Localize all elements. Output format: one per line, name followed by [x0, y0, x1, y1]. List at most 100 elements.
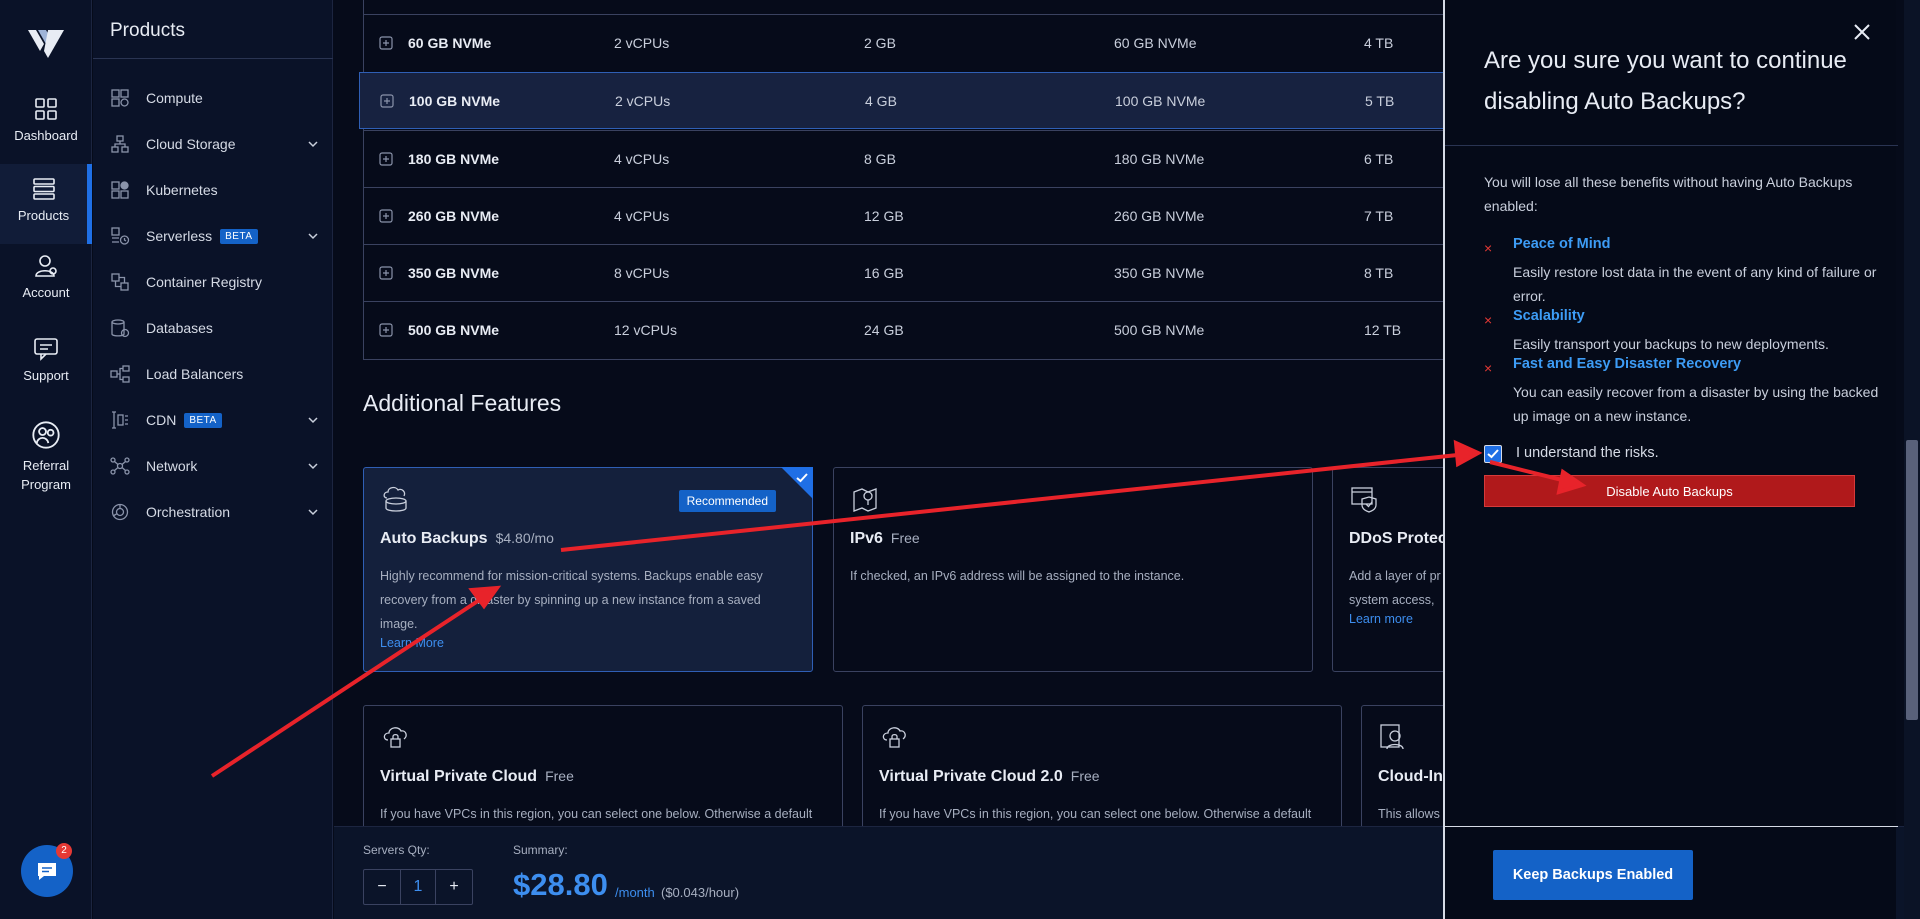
- plan-bandwidth: 7 TB: [1364, 208, 1394, 224]
- chevron-down-icon[interactable]: [306, 505, 320, 519]
- x-mark-icon: ×: [1484, 360, 1493, 376]
- check-icon: [1487, 449, 1499, 459]
- chip-icon: [380, 94, 394, 108]
- plan-bandwidth: 6 TB: [1364, 151, 1394, 167]
- auto-backups-learn-more[interactable]: Learn More: [380, 636, 444, 650]
- chevron-down-icon[interactable]: [306, 459, 320, 473]
- load-balancers-icon: [110, 365, 130, 383]
- close-icon[interactable]: [1852, 22, 1872, 42]
- disable-auto-backups-button[interactable]: Disable Auto Backups: [1484, 475, 1855, 507]
- plan-bandwidth: 12 TB: [1364, 322, 1402, 338]
- subnav-item-container-registry[interactable]: Container Registry: [110, 268, 320, 296]
- products-icon: [32, 178, 55, 200]
- backup-icon: [383, 486, 407, 512]
- rail-label-products: Products: [17, 208, 70, 223]
- subnav-item-serverless[interactable]: Serverless BETA: [110, 222, 320, 250]
- main-nav-rail: Dashboard Products Account Support Refer…: [0, 0, 92, 919]
- benefit-title: Scalability: [1513, 308, 1585, 324]
- card-title: IPv6 Free: [850, 530, 920, 548]
- plan-cpu: 8 vCPUs: [614, 265, 670, 281]
- plan-row[interactable]: 260 GB NVMe 4 vCPUs 12 GB 260 GB NVMe 7 …: [364, 187, 1504, 244]
- rail-item-referral[interactable]: Referral Program: [0, 420, 92, 500]
- understand-risks-checkbox[interactable]: [1484, 445, 1502, 463]
- plan-storage: 60 GB NVMe: [1114, 35, 1197, 51]
- plan-row[interactable]: 500 GB NVMe 12 vCPUs 24 GB 500 GB NVMe 1…: [364, 301, 1504, 358]
- rail-label-support: Support: [23, 368, 69, 383]
- chevron-down-icon[interactable]: [306, 229, 320, 243]
- chat-icon: [38, 863, 56, 880]
- plan-bandwidth: 5 TB: [1365, 93, 1395, 109]
- rail-label-referral: Referral Program: [21, 458, 71, 492]
- vpc-card[interactable]: Virtual Private Cloud Free If you have VP…: [363, 705, 843, 835]
- chip-icon: [379, 152, 393, 166]
- rail-item-support[interactable]: Support: [0, 336, 92, 396]
- subnav-item-kubernetes[interactable]: Kubernetes: [110, 176, 320, 204]
- plan-row[interactable]: 180 GB NVMe 4 vCPUs 8 GB 180 GB NVMe 6 T…: [364, 130, 1504, 187]
- rail-item-products[interactable]: Products: [0, 164, 92, 244]
- auto-backups-card[interactable]: Recommended Auto Backups $4.80/mo Highly …: [363, 467, 813, 672]
- plan-name: 60 GB NVMe: [408, 35, 492, 51]
- vpc-price: Free: [545, 768, 574, 784]
- summary-label: Summary:: [513, 843, 568, 857]
- chevron-down-icon[interactable]: [306, 413, 320, 427]
- ipv6-card[interactable]: IPv6 Free If checked, an IPv6 address wil…: [833, 467, 1313, 672]
- qty-decrement-button[interactable]: −: [364, 878, 400, 896]
- subnav-item-compute[interactable]: Compute: [110, 84, 320, 112]
- dialog-divider: [1445, 145, 1898, 146]
- subnav-label-serverless: Serverless: [146, 228, 213, 244]
- plan-cpu: 4 vCPUs: [614, 151, 670, 167]
- plan-storage: 260 GB NVMe: [1114, 208, 1205, 224]
- subnav-item-databases[interactable]: Databases: [110, 314, 320, 342]
- dashboard-icon: [35, 98, 57, 120]
- card-title: Virtual Private Cloud Free: [380, 768, 574, 786]
- plan-storage: 350 GB NVMe: [1114, 265, 1205, 281]
- chip-icon: [379, 323, 393, 337]
- understand-risks-label[interactable]: I understand the risks.: [1516, 445, 1659, 461]
- location-pin-icon: [853, 488, 877, 512]
- ddos-learn-more[interactable]: Learn more: [1349, 612, 1413, 626]
- subnav-label-load-balancers: Load Balancers: [146, 366, 244, 382]
- vpc2-card[interactable]: Virtual Private Cloud 2.0 Free If you hav…: [862, 705, 1342, 835]
- subnav-item-network[interactable]: Network: [110, 452, 320, 480]
- subnav-item-orchestration[interactable]: Orchestration: [110, 498, 320, 526]
- vultr-logo[interactable]: [28, 28, 64, 60]
- vpc2-title: Virtual Private Cloud 2.0: [879, 768, 1063, 785]
- dialog-footer-divider: [1445, 826, 1898, 827]
- compute-icon: [111, 89, 129, 107]
- plan-row-selected[interactable]: 100 GB NVMe 2 vCPUs 4 GB 100 GB NVMe 5 T…: [359, 72, 1509, 129]
- rail-item-dashboard[interactable]: Dashboard: [0, 96, 92, 154]
- benefit-desc: Easily restore lost data in the event of…: [1513, 264, 1877, 304]
- keep-backups-enabled-button[interactable]: Keep Backups Enabled: [1493, 850, 1693, 900]
- auto-backups-price: $4.80/mo: [495, 530, 554, 546]
- additional-features-title: Additional Features: [363, 390, 562, 416]
- quantity-stepper: − 1 +: [363, 869, 473, 905]
- rail-label-account: Account: [22, 285, 70, 300]
- plan-row[interactable]: 350 GB NVMe 8 vCPUs 16 GB 350 GB NVMe 8 …: [364, 244, 1504, 301]
- plan-cpu: 2 vCPUs: [615, 93, 671, 109]
- ddos-title: DDoS Protect: [1349, 530, 1453, 547]
- plan-bandwidth: 8 TB: [1364, 265, 1394, 281]
- subnav-item-load-balancers[interactable]: Load Balancers: [110, 360, 320, 388]
- subnav-label-compute: Compute: [146, 90, 203, 106]
- subnav-label-kubernetes: Kubernetes: [146, 182, 218, 198]
- plan-name: 260 GB NVMe: [408, 208, 500, 224]
- rail-item-account[interactable]: Account: [0, 253, 92, 313]
- plan-name: 100 GB NVMe: [409, 93, 501, 109]
- qty-value[interactable]: 1: [400, 870, 436, 904]
- chevron-down-icon[interactable]: [306, 137, 320, 151]
- container-registry-icon: [111, 273, 129, 291]
- plan-ram: 2 GB: [864, 35, 896, 51]
- dialog-title: Are you sure you want to continue disabl…: [1484, 47, 1847, 115]
- cloud-lock-icon: [882, 727, 906, 748]
- disable-backups-dialog: Are you sure you want to continue disabl…: [1443, 0, 1898, 919]
- plan-storage: 500 GB NVMe: [1114, 322, 1205, 338]
- page-scrollbar-thumb[interactable]: [1906, 440, 1918, 720]
- subnav-item-cloud-storage[interactable]: Cloud Storage: [110, 130, 320, 158]
- plan-ram: 8 GB: [864, 151, 896, 167]
- referral-icon: [32, 421, 60, 449]
- vpc2-desc: If you have VPCs in this region, you can…: [879, 807, 1312, 821]
- subnav-item-cdn[interactable]: CDN BETA: [110, 406, 320, 434]
- qty-increment-button[interactable]: +: [436, 878, 472, 896]
- plan-row[interactable]: 60 GB NVMe 2 vCPUs 2 GB 60 GB NVMe 4 TB: [364, 14, 1504, 71]
- cloud-init-title: Cloud-Ini: [1378, 768, 1448, 785]
